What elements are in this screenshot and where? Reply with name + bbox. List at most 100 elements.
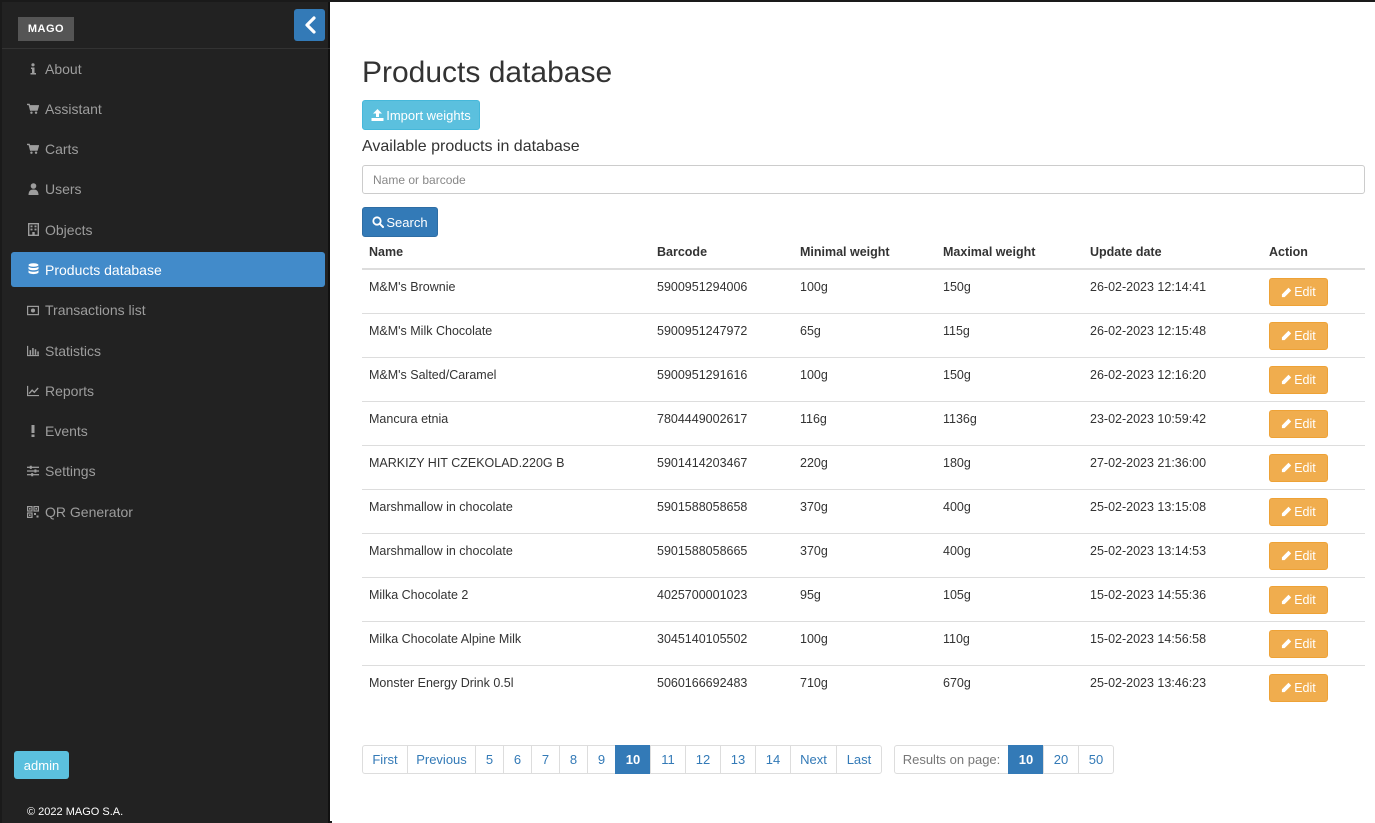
import-weights-button[interactable]: Import weights — [362, 100, 480, 130]
edit-button[interactable]: Edit — [1269, 585, 1328, 614]
edit-button[interactable]: Edit — [1269, 321, 1328, 350]
page-link-6[interactable]: 6 — [503, 745, 532, 774]
admin-button[interactable]: admin — [14, 751, 69, 779]
product-name-cell: Milka Chocolate Alpine Milk — [362, 620, 650, 665]
cart-icon — [27, 143, 39, 155]
info-icon — [27, 62, 39, 75]
edit-button[interactable]: Edit — [1269, 497, 1328, 526]
section-subtitle: Available products in database — [362, 138, 580, 155]
qrcode-icon — [27, 505, 39, 518]
edit-button[interactable]: Edit — [1269, 409, 1328, 438]
pagination: First Previous 5 6 7 8 9 10 11 12 13 14 Next Last — [362, 745, 882, 774]
edit-button[interactable]: Edit — [1269, 541, 1328, 570]
action-cell: Edit — [1262, 269, 1365, 313]
page-link-9[interactable]: 9 — [587, 745, 616, 774]
edit-button[interactable]: Edit — [1269, 278, 1328, 306]
sidebar-item-users[interactable]: Users — [11, 172, 325, 207]
barcode-cell: 5060166692483 — [650, 664, 793, 709]
sidebar-item-reports[interactable]: Reports — [11, 373, 325, 408]
table-row: M&M's Salted/Caramel 5900951291616 100g 150… — [362, 356, 1365, 401]
update-date-cell: 26-02-2023 12:14:41 — [1090, 280, 1207, 294]
edit-label: Edit — [1294, 592, 1316, 607]
page-link-13[interactable]: 13 — [720, 745, 756, 774]
barcode-cell: 7804449002617 — [650, 400, 793, 445]
sidebar-item-label: Transactions list — [45, 302, 146, 319]
page-link-7[interactable]: 7 — [531, 745, 560, 774]
page-link-first[interactable]: First — [362, 745, 408, 774]
edit-button[interactable]: Edit — [1269, 629, 1328, 658]
sidebar-divider — [2, 48, 330, 49]
main-content: Products database Import weights Availab… — [332, 2, 1375, 823]
page-link-5[interactable]: 5 — [475, 745, 504, 774]
page-link-previous[interactable]: Previous — [407, 745, 476, 774]
page-link-14[interactable]: 14 — [755, 745, 791, 774]
sidebar-item-qr-generator[interactable]: QR Generator — [11, 494, 325, 529]
sidebar-item-label: Users — [45, 181, 82, 198]
sidebar-item-settings[interactable]: Settings — [11, 454, 325, 489]
min-weight-cell: 95g — [793, 576, 936, 621]
max-weight-cell: 115g — [936, 312, 1083, 357]
edit-button[interactable]: Edit — [1269, 673, 1328, 702]
page-link-12[interactable]: 12 — [685, 745, 721, 774]
sidebar-item-label: Statistics — [45, 342, 102, 359]
search-button[interactable]: Search — [362, 207, 438, 237]
barcode-cell: 4025700001023 — [650, 576, 793, 621]
action-cell: Edit — [1262, 620, 1365, 665]
table-row: Milka Chocolate 2 4025700001023 95g 105g 15-… — [362, 576, 1365, 621]
update-date-cell: 25-02-2023 13:46:23 — [1083, 664, 1262, 709]
page-link-8[interactable]: 8 — [559, 745, 588, 774]
page-link-10[interactable]: 10 — [615, 745, 651, 774]
sidebar: MAGO About Assistant Carts Users Objects Prod… — [2, 2, 330, 823]
pencil-icon — [1282, 594, 1292, 605]
column-header-max-weight[interactable]: Maximal weight — [936, 235, 1083, 270]
page-size-20[interactable]: 20 — [1043, 745, 1079, 774]
edit-label: Edit — [1294, 636, 1316, 651]
sidebar-item-assistant[interactable]: Assistant — [11, 91, 325, 126]
sidebar-item-products-database[interactable]: Products database — [11, 252, 325, 288]
min-weight-cell: 100g — [793, 356, 936, 401]
page-link-last[interactable]: Last — [836, 745, 882, 774]
table-row: Milka Chocolate Alpine Milk 3045140105502… — [362, 620, 1365, 665]
max-weight-cell: 180g — [936, 444, 1083, 489]
action-cell: Edit — [1262, 400, 1365, 445]
edit-button[interactable]: Edit — [1269, 365, 1328, 394]
min-weight-cell: 220g — [793, 444, 936, 489]
column-header-update-date[interactable]: Update date — [1083, 235, 1262, 270]
min-weight-cell: 100g — [793, 620, 936, 665]
table-row: Monster Energy Drink 0.5l 5060166692483 71… — [362, 664, 1365, 709]
sidebar-item-objects[interactable]: Objects — [11, 212, 325, 247]
products-table: Name Barcode Minimal weight Maximal weig… — [362, 235, 1365, 709]
page-link-11[interactable]: 11 — [650, 745, 686, 774]
chevron-left-icon — [304, 16, 316, 34]
results-on-page-label: Results on page: — [894, 745, 1009, 774]
search-input[interactable] — [362, 165, 1365, 194]
sidebar-item-carts[interactable]: Carts — [11, 132, 325, 167]
exclamation-icon — [27, 425, 39, 438]
column-header-name[interactable]: Name — [362, 235, 650, 270]
sidebar-item-about[interactable]: About — [11, 51, 325, 86]
page-link-next[interactable]: Next — [790, 745, 837, 774]
min-weight-cell: 370g — [793, 488, 936, 533]
table-row: M&M's Brownie 5900951294006 100g 150g 26-02-… — [362, 269, 1365, 313]
search-label: Search — [386, 214, 428, 230]
barcode-cell: 5901588058665 — [650, 532, 793, 577]
max-weight-cell: 150g — [943, 280, 971, 294]
page-size-10[interactable]: 10 — [1008, 745, 1044, 774]
update-date-cell: 26-02-2023 12:15:48 — [1083, 312, 1262, 357]
pencil-icon — [1282, 638, 1292, 649]
column-header-min-weight[interactable]: Minimal weight — [793, 235, 936, 270]
money-icon — [27, 304, 39, 316]
update-date-cell: 25-02-2023 13:15:08 — [1083, 488, 1262, 533]
collapse-sidebar-button[interactable] — [294, 9, 325, 41]
max-weight-cell: 400g — [936, 488, 1083, 533]
sidebar-item-events[interactable]: Events — [11, 414, 325, 449]
page-size-50[interactable]: 50 — [1078, 745, 1114, 774]
column-header-barcode[interactable]: Barcode — [650, 235, 793, 270]
sidebar-item-statistics[interactable]: Statistics — [11, 333, 325, 368]
update-date-cell: 25-02-2023 13:14:53 — [1083, 532, 1262, 577]
edit-button[interactable]: Edit — [1269, 453, 1328, 482]
user-icon — [27, 183, 39, 196]
sidebar-item-transactions-list[interactable]: Transactions list — [11, 293, 325, 328]
max-weight-cell: 110g — [936, 620, 1083, 665]
update-date-cell: 15-02-2023 14:56:58 — [1083, 620, 1262, 665]
